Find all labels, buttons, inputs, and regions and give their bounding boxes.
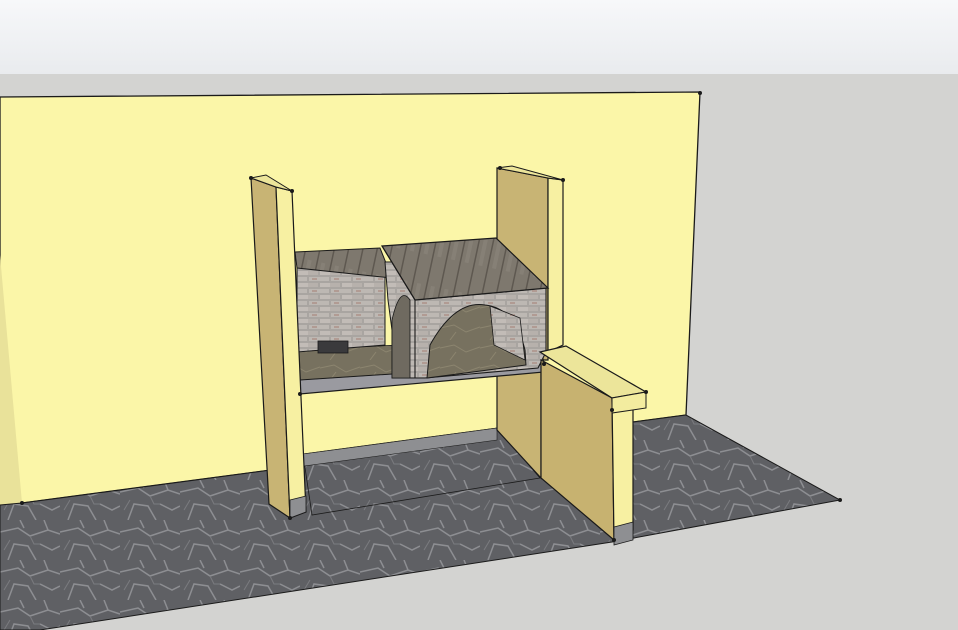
counter-front-face[interactable]: [611, 391, 634, 541]
vent-opening: [317, 340, 349, 354]
model-viewport[interactable]: [0, 0, 958, 630]
right-pillar-face[interactable]: [547, 177, 564, 353]
